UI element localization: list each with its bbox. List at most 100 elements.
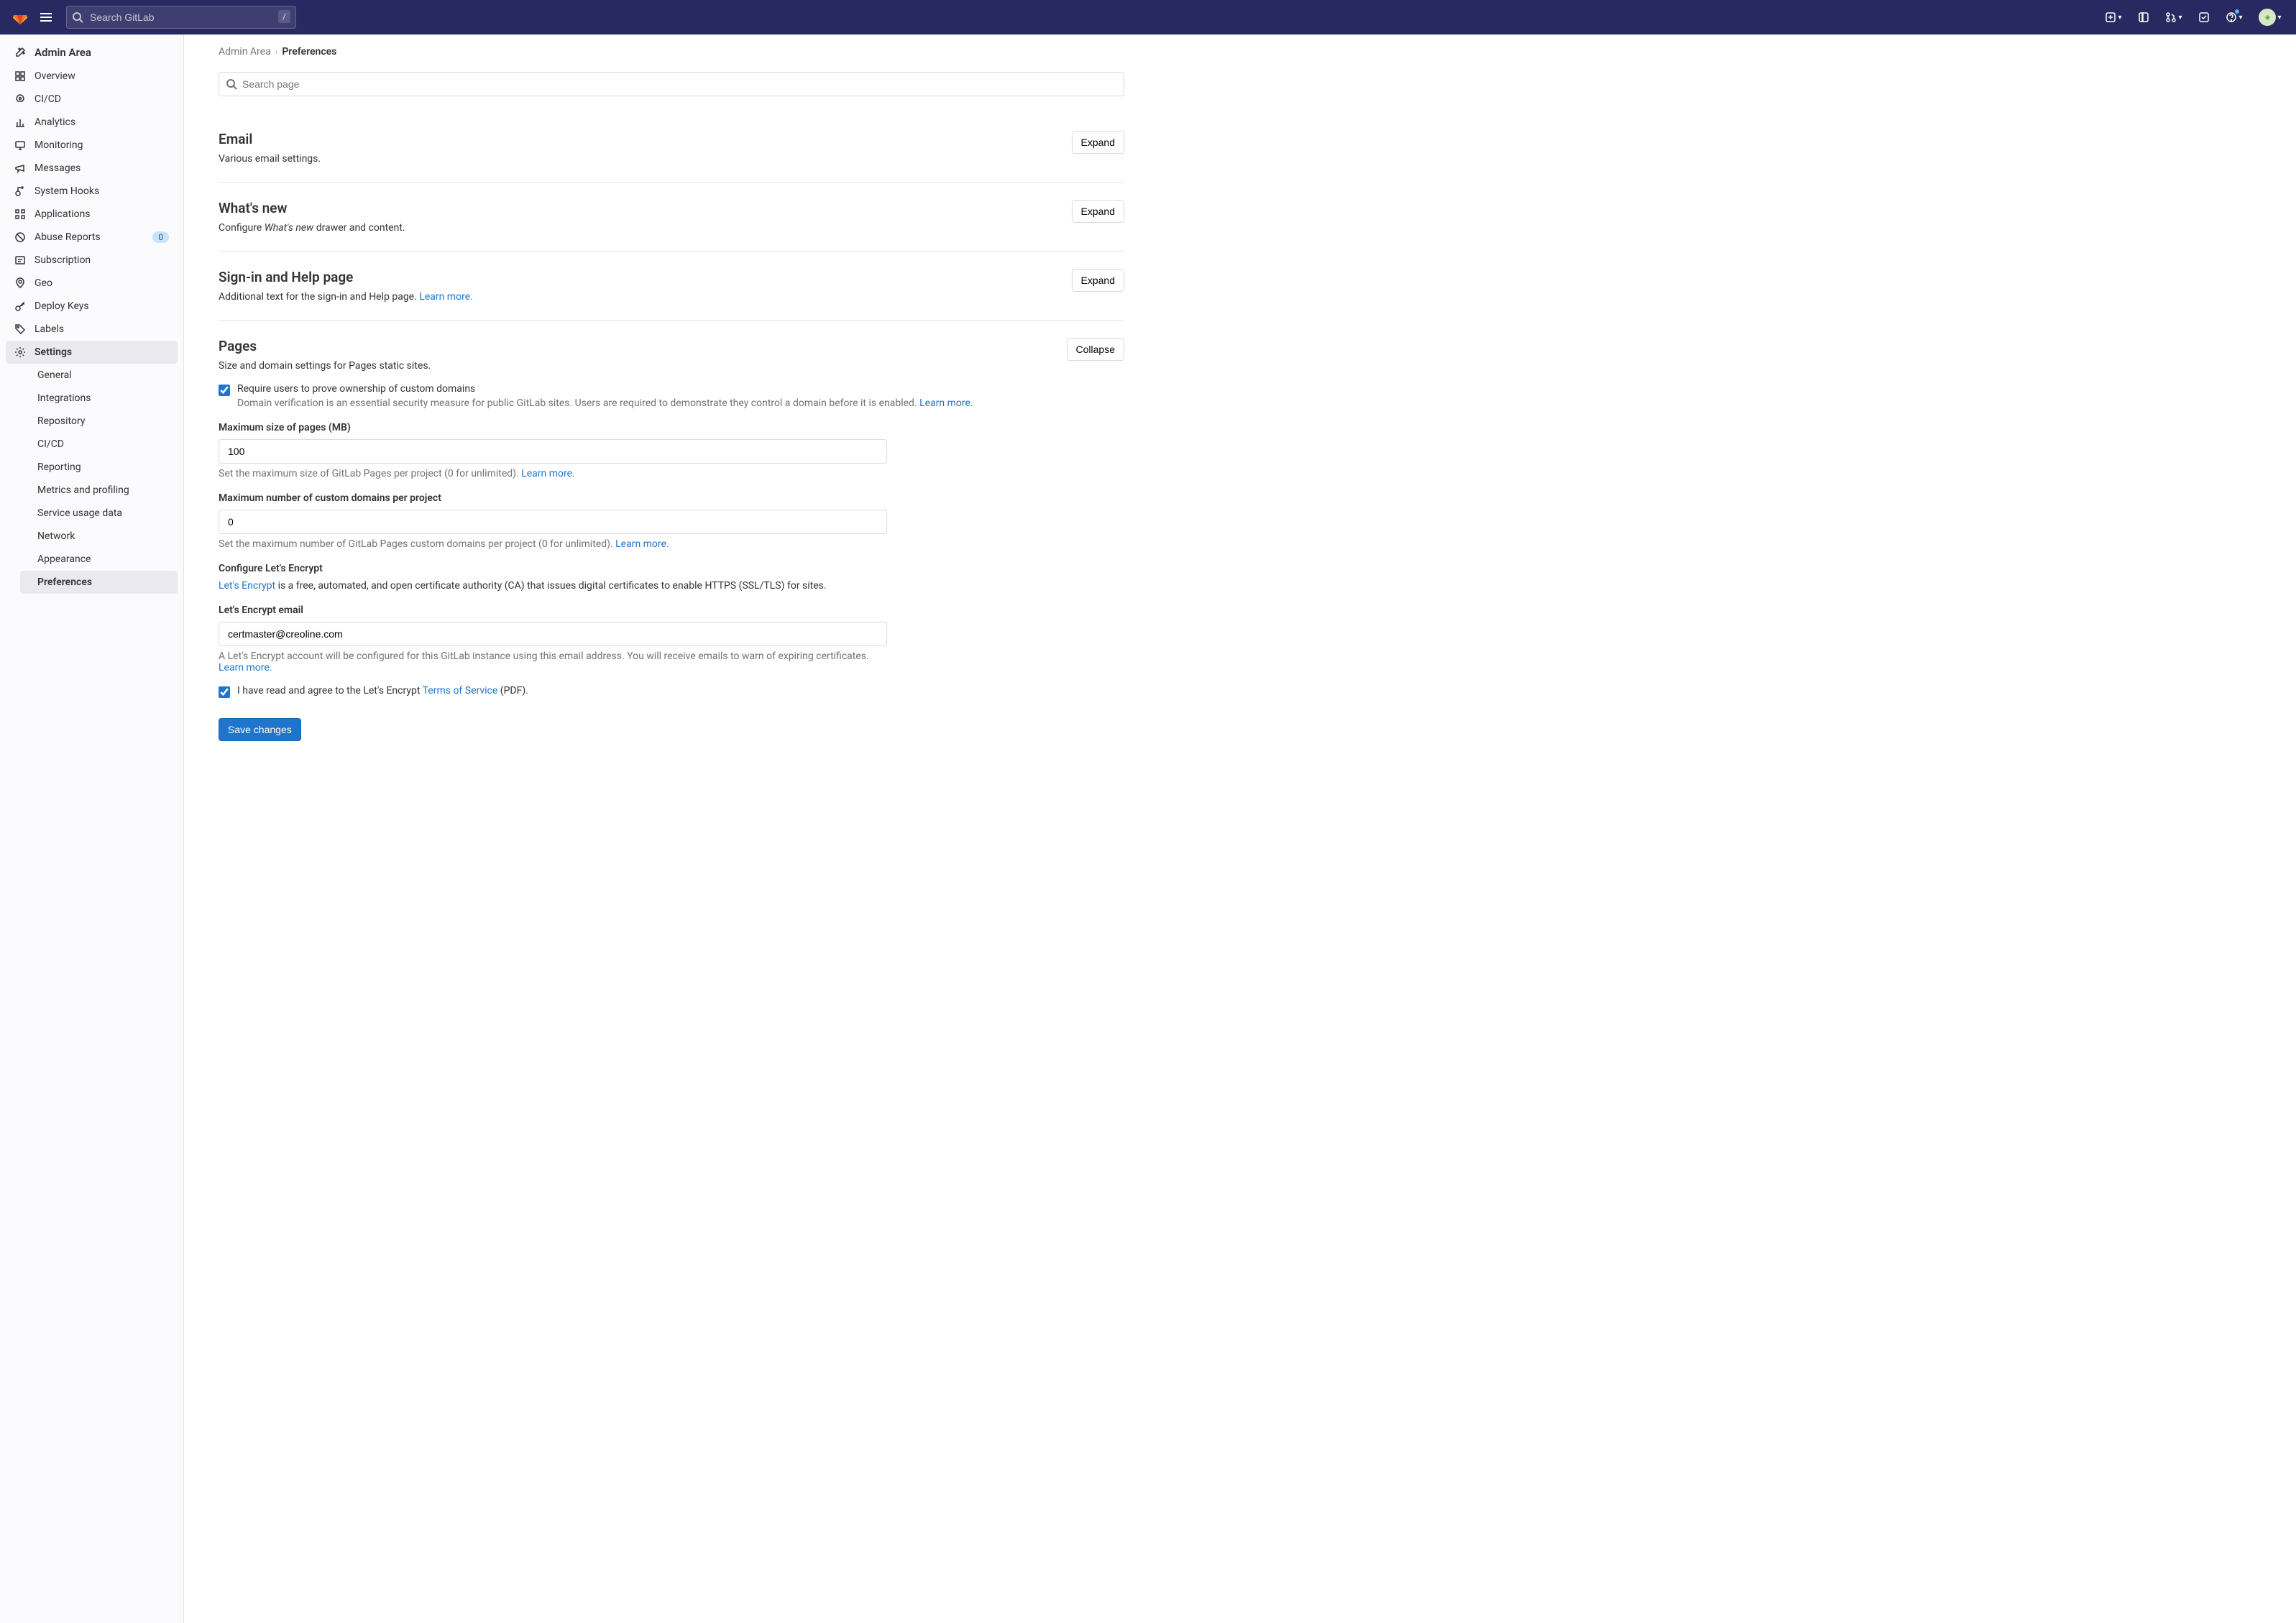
header-search-input[interactable] (66, 6, 296, 29)
chevron-right-icon: › (275, 47, 278, 57)
learn-more-link[interactable]: Learn more. (219, 662, 272, 673)
page-search-input[interactable] (219, 72, 1124, 96)
main-content: Admin Area › Preferences Email Various e… (184, 35, 2296, 1623)
sidebar-subitem-cicd[interactable]: CI/CD (20, 433, 178, 456)
form-group-le-email: Let's Encrypt email A Let's Encrypt acco… (219, 604, 887, 673)
sidebar-item-monitoring[interactable]: Monitoring (6, 134, 178, 157)
sidebar-item-overview[interactable]: Overview (6, 65, 178, 88)
keyboard-shortcut-badge: / (278, 10, 290, 23)
cb-pre: I have read and agree to the Let's Encry… (237, 685, 423, 696)
sidebar-subitem-repository[interactable]: Repository (20, 410, 178, 433)
le-email-input[interactable] (219, 622, 887, 646)
sidebar-title[interactable]: Admin Area (6, 40, 178, 65)
desc-post: drawer and content. (313, 222, 405, 234)
breadcrumb: Admin Area › Preferences (219, 46, 2284, 58)
monitor-icon (14, 139, 26, 151)
tos-link[interactable]: Terms of Service (423, 685, 498, 696)
todos-icon[interactable] (2192, 6, 2215, 29)
chevron-down-icon: ▾ (2118, 14, 2121, 22)
form-label: Maximum size of pages (MB) (219, 422, 887, 433)
header-actions: ▾ ▾ ▾ ◈ ▾ (2098, 6, 2284, 29)
form-group-max-size: Maximum size of pages (MB) Set the maxim… (219, 422, 887, 479)
sidebar-item-subscription[interactable]: Subscription (6, 249, 178, 272)
sidebar-item-label: Analytics (35, 116, 75, 128)
sidebar-subitem-serviceusage[interactable]: Service usage data (20, 502, 178, 525)
sidebar-item-label: Monitoring (35, 139, 83, 151)
page-search (219, 72, 1124, 96)
desc-text: Additional text for the sign-in and Help… (219, 291, 419, 303)
collapse-button[interactable]: Collapse (1067, 338, 1124, 361)
badge-count: 0 (152, 231, 169, 243)
sidebar-item-label: Labels (35, 323, 64, 335)
breadcrumb-parent[interactable]: Admin Area (219, 46, 271, 58)
sidebar-item-systemhooks[interactable]: System Hooks (6, 180, 178, 203)
sidebar-item-label: Messages (35, 162, 81, 174)
issues-icon[interactable] (2132, 6, 2155, 29)
checkbox-tos-agree: I have read and agree to the Let's Encry… (219, 685, 1124, 698)
max-domains-input[interactable] (219, 510, 887, 534)
le-description: Let's Encrypt is a free, automated, and … (219, 580, 887, 592)
avatar: ◈ (2259, 9, 2276, 26)
learn-more-link[interactable]: Learn more. (419, 291, 473, 303)
expand-button[interactable]: Expand (1072, 131, 1124, 154)
sidebar-item-geo[interactable]: Geo (6, 272, 178, 295)
create-dropdown[interactable]: ▾ (2098, 6, 2129, 29)
license-icon (14, 254, 26, 266)
sidebar-item-applications[interactable]: Applications (6, 203, 178, 226)
sidebar-subitem-preferences[interactable]: Preferences (20, 571, 178, 594)
expand-button[interactable]: Expand (1072, 200, 1124, 223)
search-icon (226, 78, 237, 90)
header-search: / (66, 6, 296, 29)
max-size-input[interactable] (219, 439, 887, 464)
location-icon (14, 277, 26, 289)
sidebar-subitem-appearance[interactable]: Appearance (20, 548, 178, 571)
sidebar-item-messages[interactable]: Messages (6, 157, 178, 180)
learn-more-link[interactable]: Learn more. (919, 397, 973, 409)
checkbox-input[interactable] (219, 686, 230, 698)
cb-post: (PDF). (497, 685, 528, 696)
sidebar-subitem-metrics[interactable]: Metrics and profiling (20, 479, 178, 502)
sidebar-item-label: Overview (35, 70, 75, 82)
section-desc: Size and domain settings for Pages stati… (219, 360, 431, 372)
sidebar-subitem-reporting[interactable]: Reporting (20, 456, 178, 479)
section-title: Email (219, 131, 321, 147)
sidebar-subitem-network[interactable]: Network (20, 525, 178, 548)
rocket-icon (14, 93, 26, 105)
le-desc-text: is a free, automated, and open certifica… (275, 580, 827, 592)
section-title: Sign-in and Help page (219, 269, 473, 285)
hamburger-menu-icon[interactable] (35, 6, 58, 29)
overview-icon (14, 70, 26, 82)
help-dropdown[interactable]: ▾ (2218, 6, 2250, 29)
merge-requests-dropdown[interactable]: ▾ (2158, 6, 2190, 29)
top-header: / ▾ ▾ ▾ ◈ ▾ (0, 0, 2296, 35)
notification-dot (2234, 9, 2240, 14)
sidebar-item-deploykeys[interactable]: Deploy Keys (6, 295, 178, 318)
sidebar-item-labels[interactable]: Labels (6, 318, 178, 341)
expand-button[interactable]: Expand (1072, 269, 1124, 292)
sidebar-subitem-general[interactable]: General (20, 364, 178, 387)
save-changes-button[interactable]: Save changes (219, 718, 301, 741)
sidebar-item-abusereports[interactable]: Abuse Reports 0 (6, 226, 178, 249)
key-icon (14, 300, 26, 312)
form-group-max-domains: Maximum number of custom domains per pro… (219, 492, 887, 550)
section-whatsnew: What's new Configure What's new drawer a… (219, 183, 1124, 252)
sidebar-item-analytics[interactable]: Analytics (6, 111, 178, 134)
form-label: Maximum number of custom domains per pro… (219, 492, 887, 504)
sidebar-item-settings[interactable]: Settings (6, 341, 178, 364)
checkbox-label: Require users to prove ownership of cust… (237, 383, 475, 395)
sidebar-settings-submenu: General Integrations Repository CI/CD Re… (6, 364, 178, 594)
sidebar-subitem-integrations[interactable]: Integrations (20, 387, 178, 410)
user-menu[interactable]: ◈ ▾ (2253, 6, 2284, 29)
hook-icon (14, 185, 26, 197)
sidebar-item-label: Geo (35, 277, 52, 289)
learn-more-link[interactable]: Learn more. (615, 538, 669, 550)
lets-encrypt-link[interactable]: Let's Encrypt (219, 580, 275, 592)
gitlab-logo-icon[interactable] (12, 9, 29, 26)
section-desc: Configure What's new drawer and content. (219, 222, 405, 234)
checkbox-input[interactable] (219, 385, 230, 396)
gear-icon (14, 346, 26, 358)
sidebar-item-cicd[interactable]: CI/CD (6, 88, 178, 111)
learn-more-link[interactable]: Learn more. (521, 468, 575, 479)
desc-em: What's new (265, 222, 314, 234)
section-title: Pages (219, 338, 431, 354)
